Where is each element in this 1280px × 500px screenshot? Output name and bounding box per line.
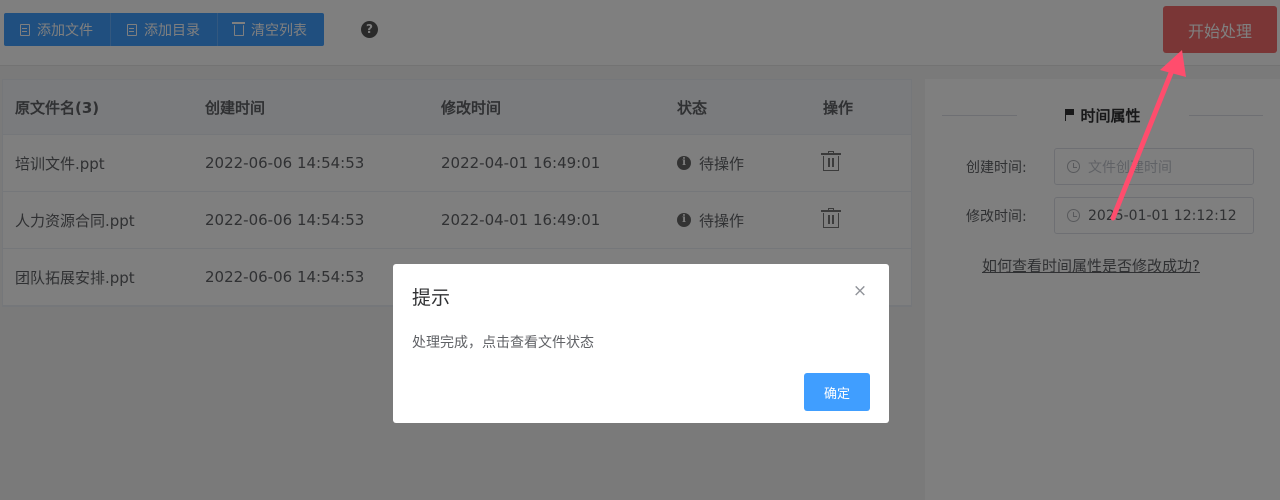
modal-overlay[interactable] bbox=[0, 0, 1280, 500]
dialog-title: 提示 bbox=[412, 287, 451, 309]
message-dialog: 提示 × 处理完成，点击查看文件状态 确定 bbox=[393, 264, 889, 423]
dialog-message: 处理完成，点击查看文件状态 bbox=[412, 335, 594, 351]
confirm-button[interactable]: 确定 bbox=[804, 373, 870, 411]
close-icon[interactable]: × bbox=[852, 283, 868, 300]
